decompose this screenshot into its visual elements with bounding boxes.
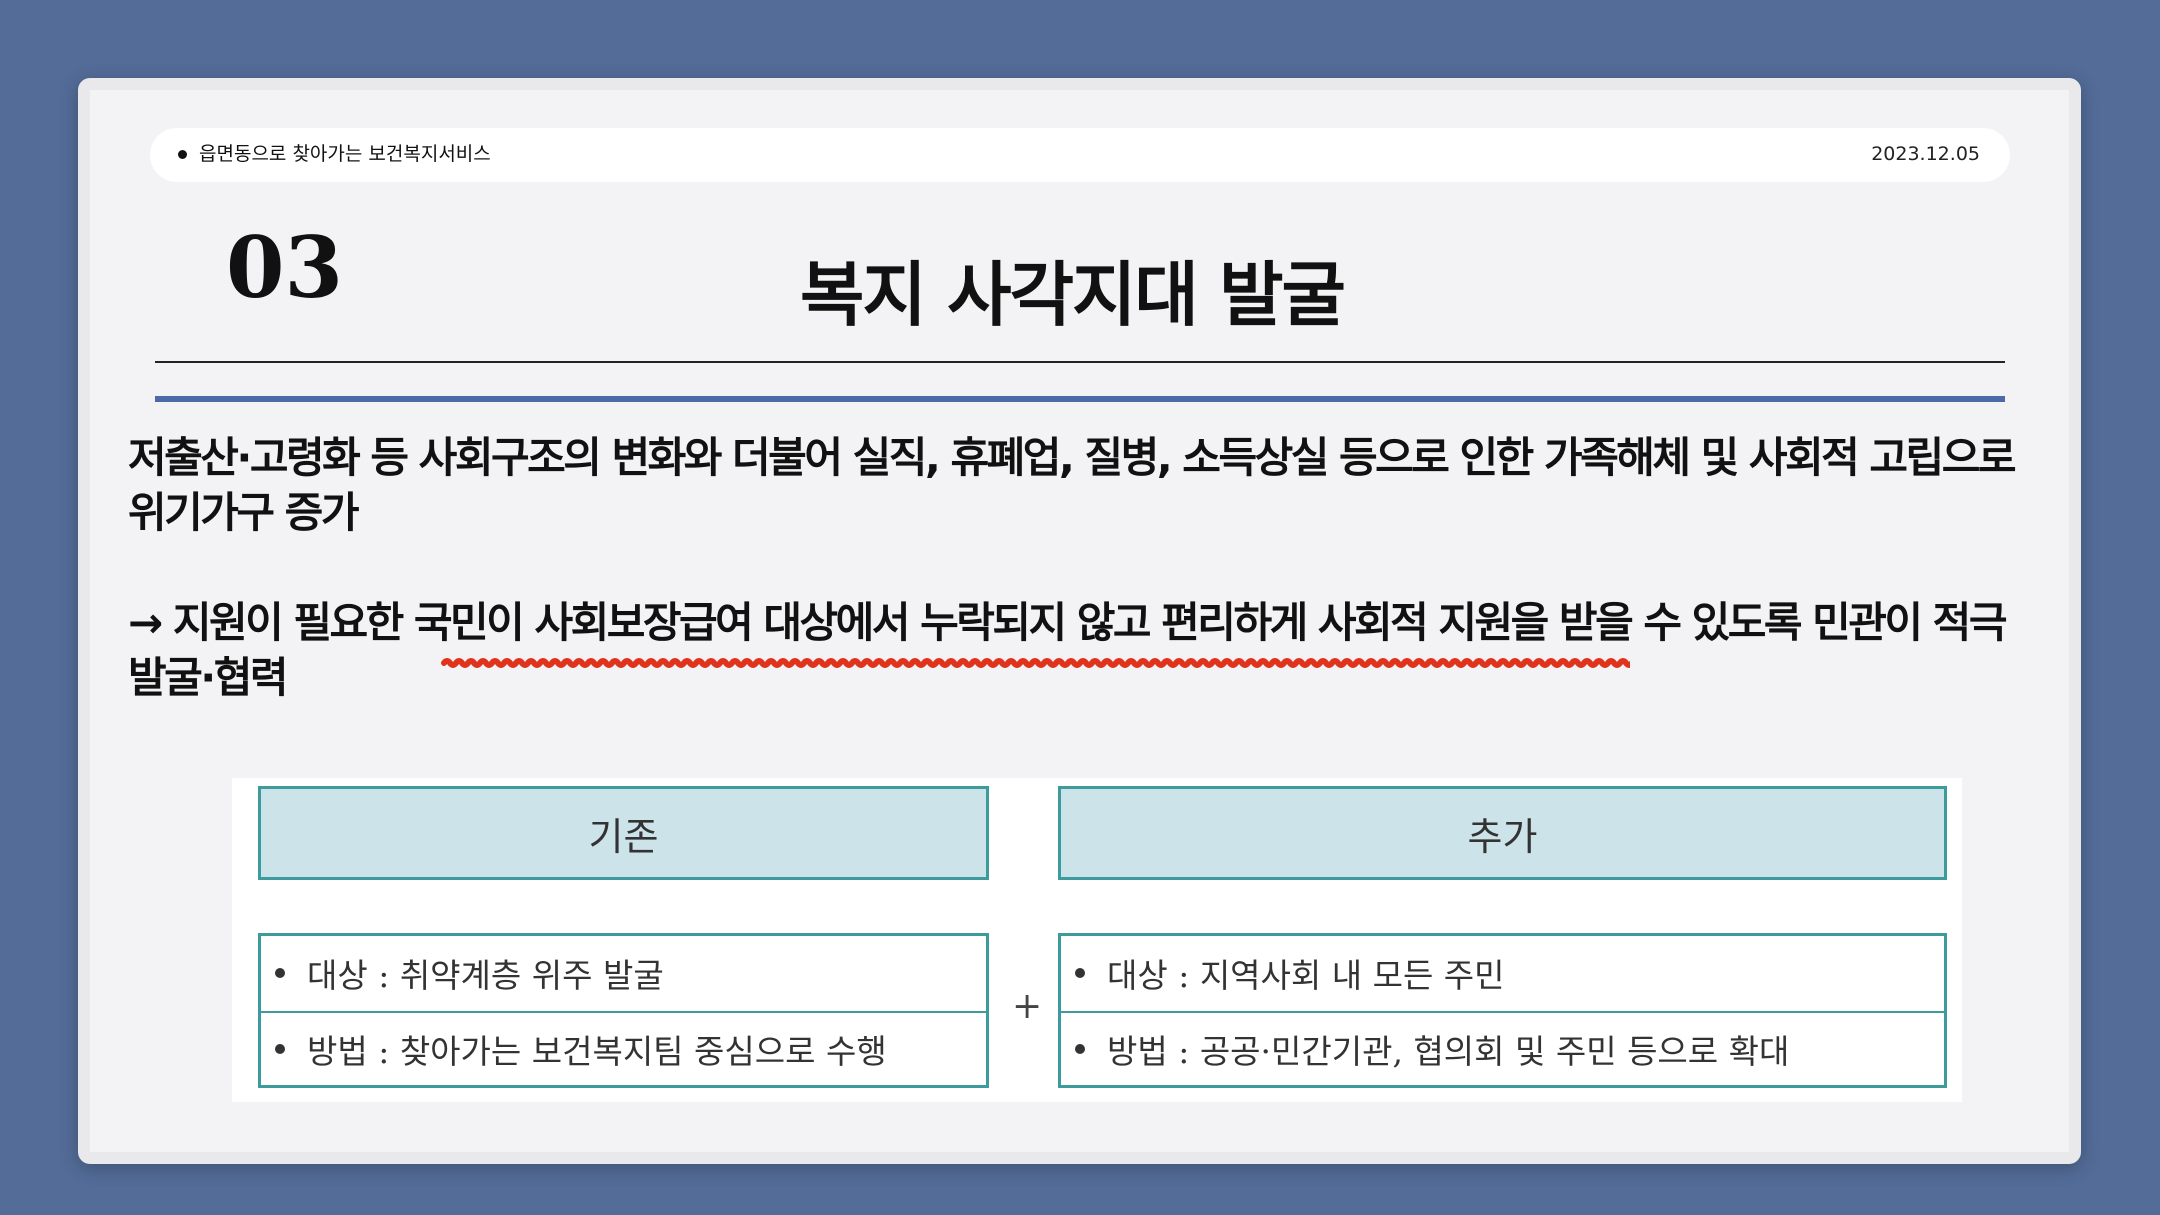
- title-divider-thin: [155, 361, 2005, 363]
- bullet-icon: [1075, 1043, 1085, 1054]
- existing-row-target-text: 대상 : 취약계층 위주 발굴: [307, 956, 664, 996]
- section-title: 복지 사각지대 발굴: [800, 254, 1346, 336]
- added-header-label: 추가: [1467, 814, 1538, 859]
- added-row-method: 방법 : 공공·민간기관, 협의회 및 주민 등으로 확대: [1061, 1010, 1944, 1086]
- added-details: 대상 : 지역사회 내 모든 주민 방법 : 공공·민간기관, 협의회 및 주민…: [1058, 933, 1947, 1088]
- existing-header-label: 기존: [588, 814, 659, 859]
- existing-details: 대상 : 취약계층 위주 발굴 방법 : 찾아가는 보건복지팀 중심으로 수행: [258, 933, 989, 1088]
- highlight-underline-icon: [441, 658, 1630, 668]
- title-divider-thick: [155, 396, 2005, 402]
- added-row-target-text: 대상 : 지역사회 내 모든 주민: [1107, 956, 1505, 996]
- added-row-method-text: 방법 : 공공·민간기관, 협의회 및 주민 등으로 확대: [1107, 1031, 1790, 1071]
- existing-row-target: 대상 : 취약계층 위주 발굴: [261, 936, 986, 1011]
- bullet-icon: [275, 1043, 285, 1054]
- paragraph-background: 저출산·고령화 등 사회구조의 변화와 더불어 실직, 휴폐업, 질병, 소득상…: [128, 433, 2016, 537]
- existing-row-method: 방법 : 찾아가는 보건복지팀 중심으로 수행: [261, 1010, 986, 1086]
- bullet-icon: [1075, 968, 1085, 979]
- bullet-icon: [275, 968, 285, 979]
- header-title: 읍면동으로 찾아가는 보건복지서비스: [199, 143, 491, 165]
- existing-header: 기존: [258, 786, 989, 880]
- header-date: 2023.12.05: [1871, 143, 1980, 165]
- bullet-dot-icon: [178, 150, 187, 159]
- added-row-target: 대상 : 지역사회 내 모든 주민: [1061, 936, 1944, 1011]
- paragraph-goal: → 지원이 필요한 국민이 사회보장급여 대상에서 누락되지 않고 편리하게 사…: [128, 598, 2007, 702]
- plus-operator: +: [1012, 986, 1043, 1027]
- added-header: 추가: [1058, 786, 1947, 880]
- existing-row-method-text: 방법 : 찾아가는 보건복지팀 중심으로 수행: [307, 1031, 887, 1071]
